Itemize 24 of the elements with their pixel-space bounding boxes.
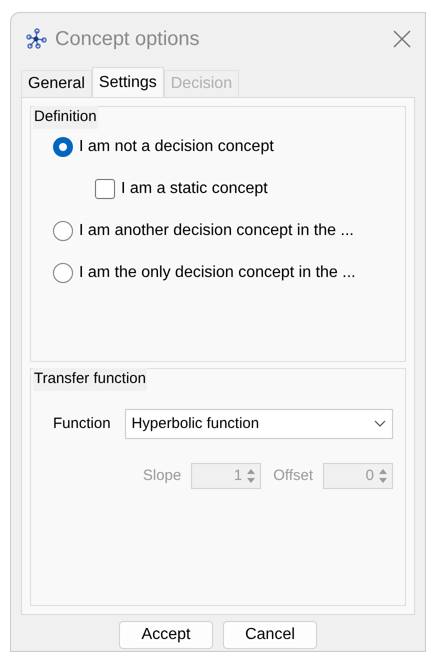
chevron-down-icon [374, 420, 386, 428]
tab[interactable]: General [21, 70, 92, 97]
dialog-button[interactable]: Accept [119, 621, 213, 649]
close-icon[interactable] [393, 30, 411, 48]
checkbox[interactable] [95, 179, 115, 199]
radio-label: I am not a decision concept [79, 137, 274, 157]
spinner-label: Slope [142, 466, 182, 486]
dialog-button[interactable]: Cancel [223, 621, 317, 649]
spinner-value: 1 [232, 466, 244, 486]
window-title: Concept options [55, 27, 201, 52]
network-icon [25, 28, 47, 50]
radio-button[interactable] [53, 263, 73, 283]
checkbox-label: I am a static concept [121, 179, 268, 199]
radio-label: I am the only decision concept in the ... [79, 263, 356, 283]
radio-label: I am another decision concept in the ... [79, 221, 354, 241]
group-title: Definition [33, 106, 98, 128]
radio-button[interactable] [53, 221, 73, 241]
radio-button[interactable] [53, 137, 73, 157]
function-dropdown[interactable]: Hyperbolic function [124, 409, 393, 439]
group-title: Transfer function [33, 368, 147, 390]
function-label: Function [53, 414, 111, 434]
tab[interactable]: Settings [92, 67, 164, 97]
spinner-label: Offset [273, 466, 313, 486]
spinner-value: 0 [364, 466, 375, 486]
